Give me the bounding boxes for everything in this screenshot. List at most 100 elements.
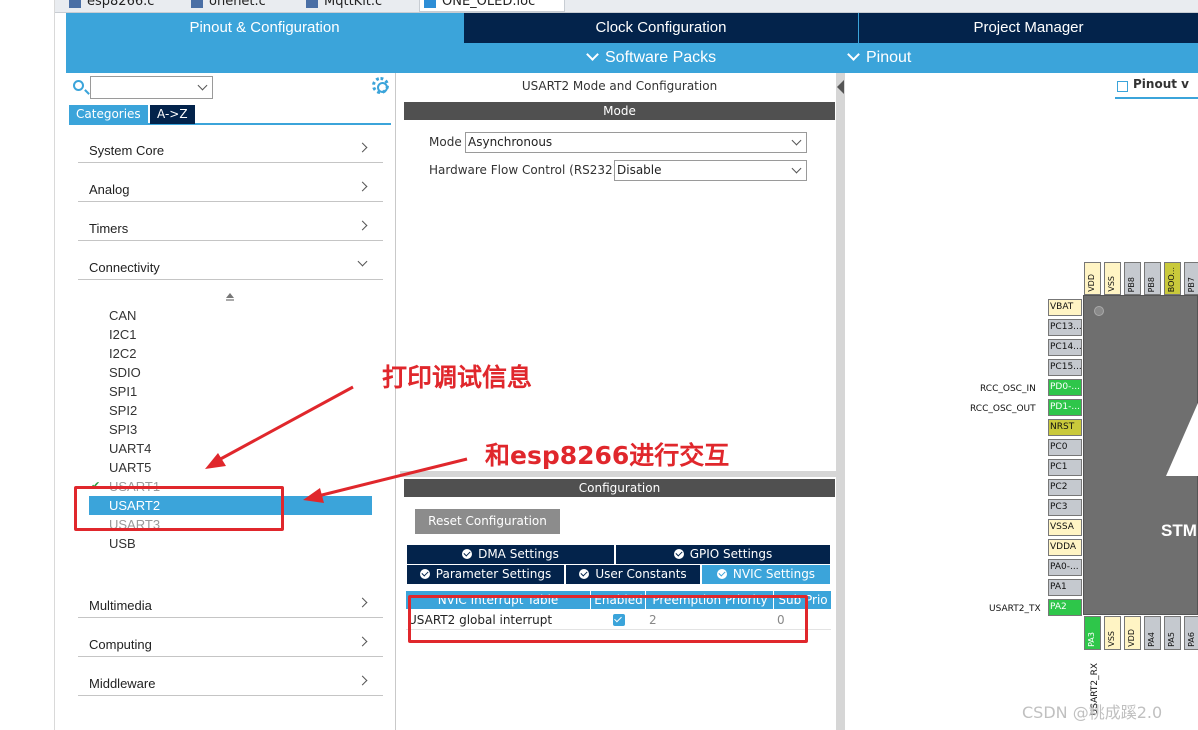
list-item-spi1[interactable]: SPI1 bbox=[109, 382, 137, 401]
annotation-debug: 打印调试信息 bbox=[382, 363, 533, 392]
tab-pinout-configuration[interactable]: Pinout & Configuration bbox=[66, 13, 463, 43]
tab-label: NVIC Settings bbox=[732, 567, 816, 581]
list-item-spi2[interactable]: SPI2 bbox=[109, 401, 137, 420]
tab-user-constants[interactable]: User Constants bbox=[566, 565, 700, 584]
check-circle-icon bbox=[419, 569, 430, 579]
list-item-usb[interactable]: USB bbox=[109, 534, 136, 553]
annotation-esp8266: 和esp8266进行交互 bbox=[485, 441, 730, 470]
chevron-right-icon bbox=[357, 636, 368, 647]
tab-dma-settings[interactable]: DMA Settings bbox=[407, 545, 614, 564]
editor-tab-esp8266[interactable]: esp8266.c bbox=[65, 0, 154, 12]
category-analog[interactable]: Analog bbox=[78, 174, 383, 202]
pin-left[interactable]: PC13... bbox=[1048, 319, 1082, 336]
pin-left[interactable]: PA1 bbox=[1048, 579, 1082, 596]
pin-label: PB7 bbox=[1187, 276, 1196, 292]
tab-project-manager[interactable]: Project Manager bbox=[859, 13, 1198, 43]
reset-configuration-button[interactable]: Reset Configuration bbox=[415, 509, 560, 534]
editor-tab-label: MqttKit.c bbox=[324, 0, 383, 9]
chevron-down-icon bbox=[847, 48, 860, 61]
pin-label: PA4 bbox=[1147, 632, 1156, 647]
pin-bottom[interactable]: PA3 bbox=[1084, 616, 1101, 650]
pin-top[interactable]: PB8 bbox=[1124, 262, 1141, 295]
category-computing[interactable]: Computing bbox=[78, 629, 383, 657]
collapse-panel-icon[interactable] bbox=[837, 80, 844, 94]
pinout-menu[interactable]: Pinout bbox=[847, 46, 911, 70]
panel-splitter-vertical[interactable] bbox=[836, 73, 845, 730]
editor-tab-mqttkit[interactable]: MqttKit.c bbox=[302, 0, 382, 12]
list-item-i2c1[interactable]: I2C1 bbox=[109, 325, 136, 344]
mcu-chip[interactable]: STM bbox=[1083, 295, 1198, 615]
list-item-spi3[interactable]: SPI3 bbox=[109, 420, 137, 439]
category-label: Connectivity bbox=[89, 260, 160, 275]
top-navigation: Pinout & Configuration Clock Configurati… bbox=[66, 13, 1198, 73]
pin-left[interactable]: VSSA bbox=[1048, 519, 1082, 536]
tab-nvic-settings[interactable]: NVIC Settings bbox=[702, 565, 830, 584]
hw-flow-select[interactable]: Disable bbox=[614, 160, 807, 181]
pin-left[interactable]: PC0 bbox=[1048, 439, 1082, 456]
list-item-i2c2[interactable]: I2C2 bbox=[109, 344, 136, 363]
chevron-right-icon bbox=[357, 220, 368, 231]
search-icon[interactable] bbox=[73, 80, 84, 91]
tab-a-to-z[interactable]: A->Z bbox=[150, 105, 195, 124]
list-item-uart4[interactable]: UART4 bbox=[109, 439, 151, 458]
st-logo bbox=[1166, 396, 1198, 476]
software-packs-menu[interactable]: Software Packs bbox=[586, 46, 716, 70]
pin-top[interactable]: PB8 bbox=[1144, 262, 1161, 295]
category-timers[interactable]: Timers bbox=[78, 213, 383, 241]
pin-left[interactable]: PC1 bbox=[1048, 459, 1082, 476]
pin-left[interactable]: PA0-... bbox=[1048, 559, 1082, 576]
pin-top[interactable]: BOO... bbox=[1164, 262, 1181, 295]
pin-bottom[interactable]: PA4 bbox=[1144, 616, 1161, 650]
tab-categories[interactable]: Categories bbox=[69, 105, 148, 124]
pin-bottom[interactable]: VSS bbox=[1104, 616, 1121, 650]
tab-gpio-settings[interactable]: GPIO Settings bbox=[616, 545, 830, 564]
category-middleware[interactable]: Middleware bbox=[78, 668, 383, 696]
pin-left[interactable]: PC15... bbox=[1048, 359, 1082, 376]
signal-rcc-osc-out: RCC_OSC_OUT bbox=[970, 404, 1036, 414]
mode-section: USART2 Mode and Configuration Mode Mode … bbox=[404, 73, 835, 471]
pin-label: VSS bbox=[1107, 276, 1116, 292]
category-multimedia[interactable]: Multimedia bbox=[78, 590, 383, 618]
category-system-core[interactable]: System Core bbox=[78, 135, 383, 163]
editor-tab-bar: esp8266.c onenet.c MqttKit.c ONE_OLED.io… bbox=[55, 0, 1198, 13]
check-circle-icon bbox=[716, 569, 727, 579]
pin-top[interactable]: PB7 bbox=[1184, 262, 1198, 295]
tab-clock-configuration[interactable]: Clock Configuration bbox=[464, 13, 858, 43]
search-input[interactable] bbox=[90, 76, 213, 99]
pin-left[interactable]: PC2 bbox=[1048, 479, 1082, 496]
pin-left[interactable]: PA2 bbox=[1048, 599, 1082, 616]
pin-top[interactable]: VSS bbox=[1104, 262, 1121, 295]
pin-bottom[interactable]: VDD bbox=[1124, 616, 1141, 650]
mode-select[interactable]: Asynchronous bbox=[465, 132, 807, 153]
pin-left[interactable]: PC14... bbox=[1048, 339, 1082, 356]
project-explorer-strip bbox=[0, 0, 55, 730]
pin-bottom[interactable]: PA6 bbox=[1184, 616, 1198, 650]
list-item-can[interactable]: CAN bbox=[109, 306, 136, 325]
chevron-down-icon bbox=[197, 80, 208, 91]
gear-icon[interactable] bbox=[372, 77, 389, 94]
list-item-sdio[interactable]: SDIO bbox=[109, 363, 141, 382]
chevron-right-icon bbox=[357, 142, 368, 153]
list-item-uart5[interactable]: UART5 bbox=[109, 458, 151, 477]
pinout-view: Pinout v VDD VSS PB8 PB8 BOO... PB7 VBAT… bbox=[845, 73, 1198, 730]
category-connectivity[interactable]: Connectivity bbox=[78, 252, 383, 280]
pin-left[interactable]: VBAT bbox=[1048, 299, 1082, 316]
editor-tab-onenet[interactable]: onenet.c bbox=[187, 0, 266, 12]
check-circle-icon bbox=[673, 549, 684, 559]
editor-tab-ioc[interactable]: ONE_OLED.ioc bbox=[419, 0, 565, 12]
chevron-down-icon bbox=[791, 163, 802, 174]
pinout-view-tab[interactable]: Pinout v bbox=[1115, 77, 1198, 99]
pin-left[interactable]: VDDA bbox=[1048, 539, 1082, 556]
tab-parameter-settings[interactable]: Parameter Settings bbox=[407, 565, 564, 584]
pin-bottom[interactable]: PA5 bbox=[1164, 616, 1181, 650]
highlight-box-nvic bbox=[408, 595, 808, 643]
category-label: Middleware bbox=[89, 676, 156, 691]
scroll-up-icon[interactable] bbox=[226, 293, 234, 301]
pin-left[interactable]: NRST bbox=[1048, 419, 1082, 436]
pin-label: VDD bbox=[1087, 274, 1096, 292]
pin-left[interactable]: PD0-... bbox=[1048, 379, 1082, 396]
pin-top[interactable]: VDD bbox=[1084, 262, 1101, 295]
editor-tab-label: esp8266.c bbox=[87, 0, 155, 9]
pin-left[interactable]: PC3 bbox=[1048, 499, 1082, 516]
pin-left[interactable]: PD1-... bbox=[1048, 399, 1082, 416]
